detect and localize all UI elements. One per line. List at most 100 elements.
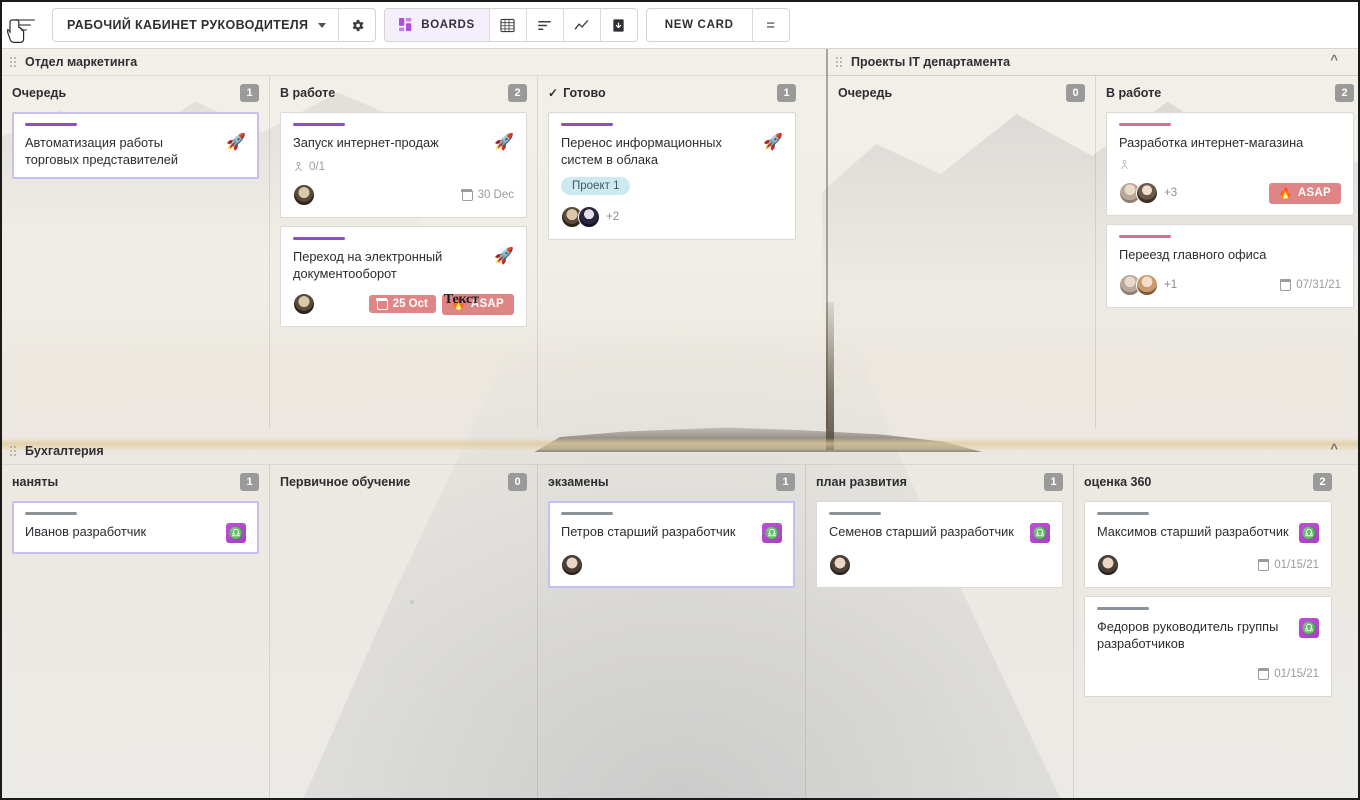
card-top-row: Семенов старший разработчик ♎ [829,523,1050,543]
column-count-badge: 1 [777,84,796,102]
table-grid-icon [500,18,515,32]
drag-handle-icon[interactable] [836,57,842,67]
rocket-icon: 🚀 [226,134,246,151]
card-top-row: Петров старший разработчик ♎ [561,523,782,543]
chevron-up-icon[interactable]: ^ [1330,442,1338,455]
column-title: Первичное обучение [280,475,411,489]
card[interactable]: Петров старший разработчик ♎ [548,501,795,588]
avatar-overflow-count: +3 [1164,187,1178,199]
card[interactable]: Федоров руководитель группы разработчико… [1084,596,1332,697]
swimlane-columns-accounting: наняты 1 Иванов разработчик ♎ Первичное … [2,464,1358,798]
card-footer: 01/15/21 [1097,553,1319,577]
card-assignees[interactable]: +2 [561,206,619,228]
card-color-bar [561,512,613,515]
subtask-tree-icon [1121,160,1128,170]
card-title: Автоматизация работы торговых представит… [25,135,179,167]
card[interactable]: Переезд главного офиса +1 07/31/21 [1106,224,1354,308]
swimlane-header-accounting[interactable]: Бухгалтерия ^ [2,438,1358,464]
drag-handle-icon[interactable] [10,446,16,456]
card-title: Максимов старший разработчик [1097,524,1289,539]
card[interactable]: Максимов старший разработчик ♎ 01/15/21 [1084,501,1332,588]
card-footer [829,553,1050,577]
avatar[interactable] [578,206,600,228]
board-name-label: РАБОЧИЙ КАБИНЕТ РУКОВОДИТЕЛЯ [67,18,309,32]
card-tag[interactable]: Проект 1 [561,177,631,195]
card-top-row: Автоматизация работы торговых представит… [25,134,246,168]
hamburger-icon [15,16,35,34]
swimlane-header-it[interactable]: Проекты IT департамента [828,49,1358,75]
card-assignees[interactable] [1097,554,1119,576]
card[interactable]: Иванов разработчик ♎ [12,501,259,554]
card-top-row: Переезд главного офиса [1119,246,1341,263]
column-header: Очередь 0 [838,76,1085,106]
swimlane-title: Отдел маркетинга [25,55,138,69]
card-top-row: Разработка интернет-магазина [1119,134,1341,151]
column-header: Очередь 1 [12,76,259,106]
tab-chart-view[interactable] [564,9,600,41]
card-due-date-label: 07/31/21 [1296,279,1341,291]
tab-boards[interactable]: BOARDS [385,9,489,41]
card-assignees[interactable]: +1 [1119,274,1177,296]
card[interactable]: Разработка интернет-магазина +3 🔥 ASAP [1106,112,1354,216]
column-header: экзамены 1 [548,465,795,495]
drag-handle-icon[interactable] [10,57,16,67]
tab-archive-view[interactable] [601,9,637,41]
column-header: наняты 1 [12,465,259,495]
avatar[interactable] [561,554,583,576]
avatar[interactable] [1136,182,1158,204]
card-title: Запуск интернет-продаж [293,135,439,150]
new-card-options-button[interactable]: = [753,9,789,41]
column-title: наняты [12,475,59,489]
tab-table-view[interactable] [490,9,526,41]
card-assignees[interactable] [293,184,315,206]
avatar[interactable] [829,554,851,576]
hr-libra-badge-icon: ♎ [226,523,246,543]
board-settings-button[interactable] [339,9,375,41]
card-assignees[interactable] [561,554,583,576]
card-title: Разработка интернет-магазина [1119,135,1304,150]
card-assignees[interactable]: +3 [1119,182,1177,204]
menu-toggle-button[interactable] [6,6,44,44]
column-hired: наняты 1 Иванов разработчик ♎ [2,465,270,798]
card-due-date-label: 30 Dec [477,189,514,201]
rocket-icon: 🚀 [494,248,514,265]
card-due-date: 30 Dec [461,189,514,201]
card-top-row: Иванов разработчик ♎ [25,523,246,543]
card[interactable]: Семенов старший разработчик ♎ [816,501,1063,588]
column-header: ✓ Готово 1 [548,76,796,106]
card-assignees[interactable] [293,293,315,315]
priority-asap-badge: 🔥 ASAP [1268,182,1341,204]
tab-list-view[interactable] [527,9,563,41]
check-icon: ✓ [548,86,559,100]
swimlane-title: Бухгалтерия [25,444,104,458]
card-color-bar [829,512,881,515]
card-color-bar [25,123,77,126]
column-inprogress-marketing: В работе 2 Запуск интернет-продаж 🚀 0/1 … [270,76,538,428]
hr-libra-badge-icon: ♎ [1030,523,1050,543]
list-sort-icon [538,20,552,30]
column-queue-it: Очередь 0 [828,76,1096,428]
avatar[interactable] [293,293,315,315]
board-name-dropdown[interactable]: РАБОЧИЙ КАБИНЕТ РУКОВОДИТЕЛЯ [53,9,338,41]
column-initial-training: Первичное обучение 0 [270,465,538,798]
column-header: план развития 1 [816,465,1063,495]
card[interactable]: Переход на электронный документооборот 🚀 [280,226,527,327]
avatar-overflow-count: +1 [1164,279,1178,291]
chevron-down-icon [318,22,327,28]
column-title: Очередь [838,86,893,100]
card-color-bar [1119,235,1171,238]
avatar[interactable] [1136,274,1158,296]
card[interactable]: Перенос информационных систем в облака 🚀… [548,112,796,240]
column-card-list: Максимов старший разработчик ♎ 01/15/21 [1084,495,1332,697]
new-card-button[interactable]: NEW CARD [647,9,752,41]
priority-asap-badge: 🔥 ASAP Текст [441,291,514,315]
calendar-icon [1257,559,1270,571]
avatar[interactable] [293,184,315,206]
card[interactable]: Автоматизация работы торговых представит… [12,112,259,179]
column-count-badge: 1 [240,473,259,491]
avatar[interactable] [1097,554,1119,576]
card-title: Перенос информационных систем в облака [561,135,722,167]
overlay-tooltip-text: Текст [443,291,479,307]
card-assignees[interactable] [829,554,851,576]
card[interactable]: Запуск интернет-продаж 🚀 0/1 30 Dec [280,112,527,218]
